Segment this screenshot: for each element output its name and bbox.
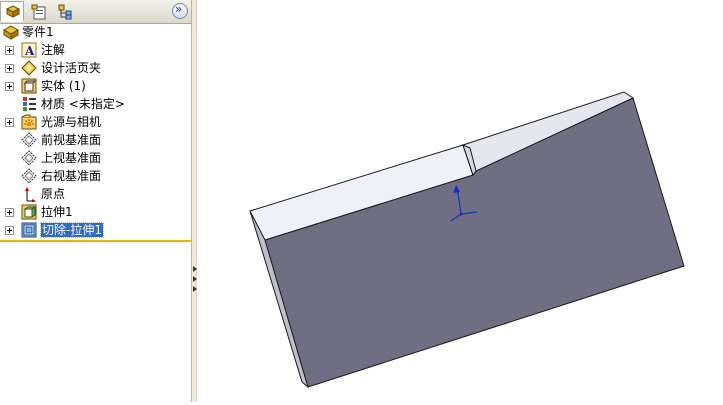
tree-item-right-plane[interactable]: 右视基准面 — [0, 167, 191, 185]
tree-item-lights-cameras[interactable]: 光源与相机 — [0, 113, 191, 131]
tree-item-annotations[interactable]: A 注解 — [0, 41, 191, 59]
expand-toggle[interactable] — [5, 118, 14, 127]
svg-text:A: A — [24, 44, 35, 58]
feature-manager-panel: » 零件1 A 注解 设计活页夹 实体 (1) 材质 <未指定> 光源与相机 前… — [0, 0, 191, 402]
expand-toggle[interactable] — [5, 46, 14, 55]
plane-icon — [21, 132, 37, 148]
tree-item-label: 设计活页夹 — [41, 61, 102, 75]
tree-item-solid-bodies[interactable]: 实体 (1) — [0, 77, 191, 95]
expand-toggle[interactable] — [5, 64, 14, 73]
tab-configuration-manager[interactable] — [52, 1, 76, 22]
design-binder-icon — [21, 60, 37, 76]
expand-toggle[interactable] — [5, 208, 14, 217]
tree-root[interactable]: 零件1 — [0, 23, 191, 41]
tree-item-cut-extrude[interactable]: 切除-拉伸1 — [0, 221, 191, 239]
expand-toggle[interactable] — [5, 226, 14, 235]
configuration-manager-icon — [58, 4, 72, 20]
plane-icon — [21, 168, 37, 184]
solidworks-window: » 零件1 A 注解 设计活页夹 实体 (1) 材质 <未指定> 光源与相机 前… — [0, 0, 723, 402]
tree-item-label: 上视基准面 — [41, 151, 102, 165]
extrude-icon — [21, 204, 37, 220]
lights-cameras-icon — [21, 114, 37, 130]
tree-item-origin[interactable]: 原点 — [0, 185, 191, 203]
cut-extrude-icon — [21, 222, 37, 238]
rollback-bar[interactable] — [0, 240, 191, 242]
tab-feature-manager[interactable] — [0, 1, 24, 22]
part-icon — [3, 25, 19, 40]
expand-toggle[interactable] — [5, 82, 14, 91]
panel-tabbar: » — [0, 0, 191, 24]
tree-item-top-plane[interactable]: 上视基准面 — [0, 149, 191, 167]
tree-item-label: 拉伸1 — [41, 205, 73, 219]
tree-item-label: 切除-拉伸1 — [40, 222, 104, 238]
tree-item-label: 前视基准面 — [41, 133, 102, 147]
tree-item-label: 注解 — [41, 43, 66, 57]
tree-root-label: 零件1 — [22, 25, 54, 39]
tree-item-label: 材质 <未指定> — [41, 97, 125, 111]
tree-item-label: 光源与相机 — [41, 115, 102, 129]
model-view — [249, 91, 685, 389]
expand-panel-button[interactable]: » — [172, 2, 188, 19]
tree-item-material[interactable]: 材质 <未指定> — [0, 95, 191, 113]
material-icon — [23, 97, 36, 111]
tree-item-front-plane[interactable]: 前视基准面 — [0, 131, 191, 149]
tree-item-design-binder[interactable]: 设计活页夹 — [0, 59, 191, 77]
double-chevron-right-icon: » — [175, 2, 182, 16]
tree-item-label: 实体 (1) — [41, 79, 86, 93]
feature-manager-icon — [5, 5, 21, 18]
tab-property-manager[interactable] — [26, 1, 50, 22]
tree-item-label: 原点 — [41, 187, 66, 201]
plane-icon — [21, 150, 37, 166]
solid-bodies-icon — [21, 78, 37, 94]
tree-item-label: 右视基准面 — [41, 169, 102, 183]
graphics-area[interactable] — [197, 0, 723, 402]
property-manager-icon — [31, 4, 46, 20]
annotations-icon: A — [21, 42, 37, 58]
tree-item-extrude[interactable]: 拉伸1 — [0, 203, 191, 221]
origin-icon — [25, 187, 36, 202]
